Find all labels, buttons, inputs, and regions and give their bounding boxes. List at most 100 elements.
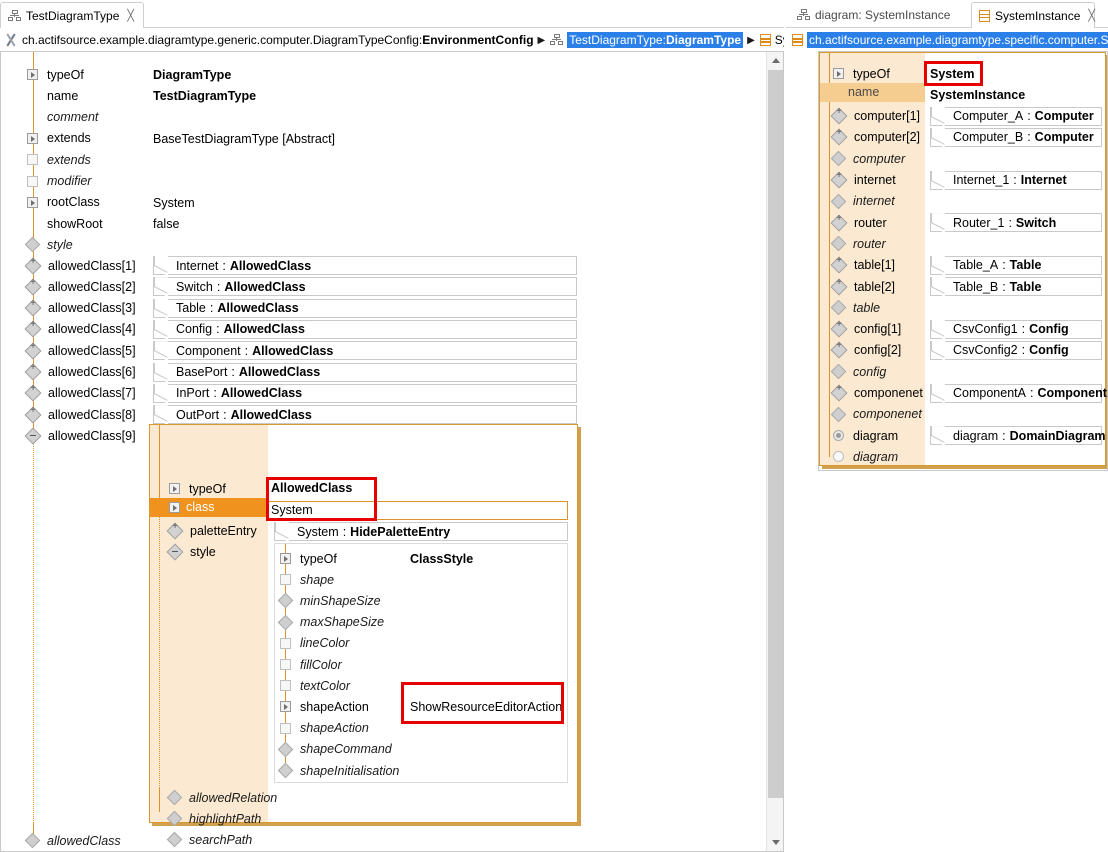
- breadcrumb-path[interactable]: ch.actifsource.example.diagramtype.gener…: [22, 33, 534, 47]
- reference-chip[interactable]: Switch:AllowedClass: [153, 277, 577, 296]
- scroll-thumb[interactable]: [768, 70, 783, 798]
- expand-icon[interactable]: [280, 553, 291, 564]
- tree-row[interactable]: extends: [27, 128, 91, 149]
- tree-row[interactable]: comment: [27, 107, 98, 128]
- reference-chip[interactable]: diagram:DomainDiagram: [930, 426, 1102, 445]
- reference-chip[interactable]: Table_B:Table: [930, 277, 1102, 296]
- tree-row[interactable]: typeOf: [280, 548, 337, 569]
- expand-icon[interactable]: [27, 197, 38, 208]
- tree-row[interactable]: allowedClass[9]: [27, 425, 136, 446]
- reference-chip[interactable]: OutPort:AllowedClass: [153, 405, 577, 424]
- tree-row[interactable]: extends: [27, 149, 91, 170]
- tree-row[interactable]: typeOf: [27, 64, 84, 85]
- tree-row[interactable]: allowedClass[1]: [27, 255, 136, 276]
- tab-diagram-systeminstance[interactable]: diagram: SystemInstance: [790, 2, 962, 28]
- diamond-minus-icon[interactable]: [169, 546, 181, 558]
- tree-row[interactable]: shapeAction: [280, 696, 369, 717]
- reference-chip[interactable]: Computer_A:Computer: [930, 107, 1102, 126]
- tree-row[interactable]: allowedClass[2]: [27, 276, 136, 297]
- tree-row[interactable]: style: [27, 234, 73, 255]
- reference-chip[interactable]: InPort:AllowedClass: [153, 384, 577, 403]
- reference-chip[interactable]: Internet_1:Internet: [930, 171, 1102, 190]
- scroll-down-button[interactable]: [767, 834, 784, 851]
- tree-row[interactable]: allowedClass[7]: [27, 383, 136, 404]
- diamond-plus-icon[interactable]: [27, 345, 39, 357]
- diamond-plus-icon[interactable]: [833, 217, 845, 229]
- expand-icon[interactable]: [27, 69, 38, 80]
- diamond-plus-icon[interactable]: [27, 260, 39, 272]
- tree-row[interactable]: name: [27, 85, 78, 106]
- tree-row[interactable]: componenet: [833, 383, 923, 404]
- selected-row-name[interactable]: name: [820, 83, 925, 102]
- tree-row[interactable]: fillColor: [280, 654, 342, 675]
- tree-row[interactable]: textColor: [280, 675, 350, 696]
- diamond-plus-icon[interactable]: [833, 110, 845, 122]
- tree-row[interactable]: typeOf: [169, 478, 226, 499]
- diamond-plus-icon[interactable]: [833, 281, 845, 293]
- expand-icon[interactable]: [169, 483, 180, 494]
- tree-row[interactable]: allowedClass[6]: [27, 362, 136, 383]
- tree-row[interactable]: router: [833, 212, 887, 233]
- tree-row[interactable]: lineColor: [280, 633, 349, 654]
- expand-icon[interactable]: [833, 68, 844, 79]
- diamond-plus-icon[interactable]: [833, 344, 845, 356]
- tree-row[interactable]: computer: [833, 148, 905, 169]
- diamond-plus-icon[interactable]: [833, 131, 845, 143]
- reference-chip[interactable]: Table_A:Table: [930, 256, 1102, 275]
- tree-row[interactable]: highlightPath: [169, 808, 261, 829]
- tree-row[interactable]: config[2]: [833, 340, 901, 361]
- diamond-plus-icon[interactable]: [27, 387, 39, 399]
- tree-row[interactable]: diagram: [833, 425, 898, 446]
- diamond-plus-icon[interactable]: [833, 323, 845, 335]
- breadcrumb-selected[interactable]: ch.actifsource.example.diagramtype.speci…: [807, 32, 1108, 48]
- tree-row[interactable]: allowedClass[4]: [27, 319, 136, 340]
- breadcrumb-selected[interactable]: TestDiagramType:DiagramType: [567, 32, 743, 48]
- tree-row[interactable]: table: [833, 297, 880, 318]
- tree-row[interactable]: shapeAction: [280, 718, 369, 739]
- tree-row[interactable]: shapeCommand: [280, 739, 392, 760]
- diamond-plus-icon[interactable]: [833, 174, 845, 186]
- reference-chip[interactable]: Internet:AllowedClass: [153, 256, 577, 275]
- tree-row[interactable]: shapeInitialisation: [280, 760, 399, 781]
- tree-row[interactable]: table[2]: [833, 276, 895, 297]
- close-icon[interactable]: ╳: [127, 9, 134, 22]
- tree-row[interactable]: minShapeSize: [280, 590, 381, 611]
- palette-entry-chip[interactable]: System : HidePaletteEntry: [274, 522, 568, 541]
- tree-row[interactable]: internet: [833, 191, 895, 212]
- reference-chip[interactable]: Table:AllowedClass: [153, 299, 577, 318]
- reference-chip[interactable]: CsvConfig1:Config: [930, 320, 1102, 339]
- tree-row[interactable]: allowedClass[5]: [27, 340, 136, 361]
- tree-row[interactable]: allowedClass[3]: [27, 298, 136, 319]
- diamond-plus-icon[interactable]: [27, 302, 39, 314]
- tree-row[interactable]: componenet: [833, 404, 922, 425]
- reference-chip[interactable]: Config:AllowedClass: [153, 320, 577, 339]
- diamond-plus-icon[interactable]: [27, 323, 39, 335]
- reference-chip[interactable]: Component:AllowedClass: [153, 341, 577, 360]
- tree-row[interactable]: diagram: [833, 446, 898, 467]
- tree-row[interactable]: maxShapeSize: [280, 612, 384, 633]
- tab-systeminstance[interactable]: SystemInstance ╳: [971, 2, 1095, 28]
- tree-row[interactable]: typeOf: [833, 63, 890, 84]
- diamond-plus-icon[interactable]: [27, 409, 39, 421]
- expand-icon[interactable]: [169, 502, 180, 513]
- left-vertical-scrollbar[interactable]: [766, 52, 783, 851]
- diamond-plus-icon[interactable]: [833, 387, 845, 399]
- reference-chip[interactable]: Computer_B:Computer: [930, 128, 1102, 147]
- scroll-up-button[interactable]: [767, 52, 784, 69]
- diamond-plus-icon[interactable]: [27, 366, 39, 378]
- diamond-plus-icon[interactable]: [169, 525, 181, 537]
- tree-row[interactable]: config: [833, 361, 886, 382]
- reference-chip[interactable]: CsvConfig2:Config: [930, 341, 1102, 360]
- reference-chip[interactable]: BasePort:AllowedClass: [153, 363, 577, 382]
- diamond-minus-icon[interactable]: [27, 430, 39, 442]
- diamond-plus-icon[interactable]: [833, 259, 845, 271]
- tree-row[interactable]: modifier: [27, 171, 91, 192]
- tree-row[interactable]: computer[2]: [833, 127, 920, 148]
- tree-row[interactable]: internet: [833, 170, 896, 191]
- expand-icon[interactable]: [27, 133, 38, 144]
- selected-row-class[interactable]: class: [150, 498, 268, 517]
- tab-testdiagramtype[interactable]: TestDiagramType ╳: [0, 2, 144, 28]
- reference-chip[interactable]: Router_1:Switch: [930, 213, 1102, 232]
- tree-row[interactable]: allowedRelation: [169, 787, 277, 808]
- tree-row[interactable]: computer[1]: [833, 106, 920, 127]
